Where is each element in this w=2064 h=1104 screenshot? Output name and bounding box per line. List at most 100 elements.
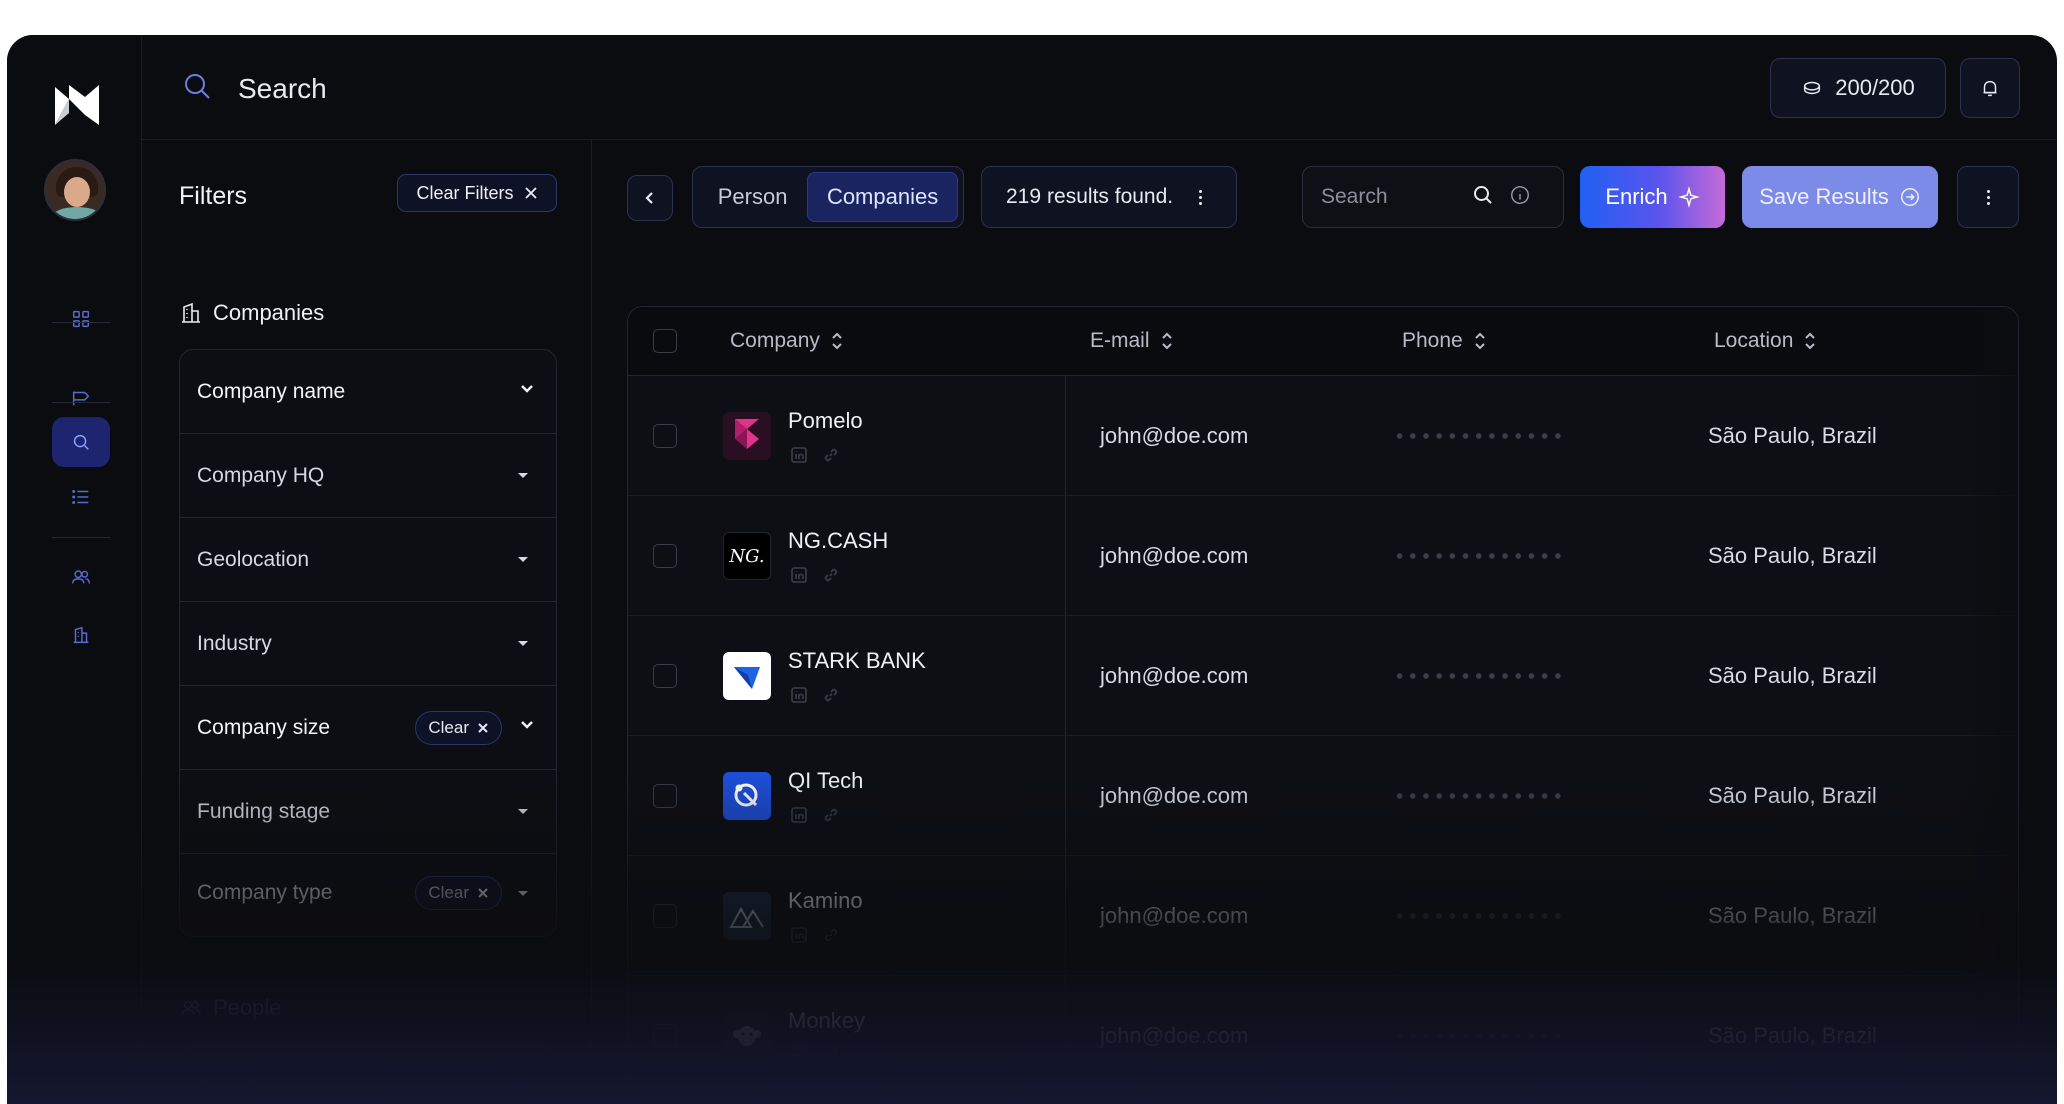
linkedin-icon[interactable]: [790, 566, 808, 584]
link-icon[interactable]: [822, 686, 840, 704]
link-icon[interactable]: [822, 806, 840, 824]
linkedin-icon[interactable]: [790, 686, 808, 704]
nav-campaigns[interactable]: [52, 373, 110, 423]
caret-down-icon[interactable]: [518, 809, 528, 814]
tab-companies[interactable]: Companies: [807, 172, 958, 222]
brand-logo[interactable]: [49, 77, 105, 133]
clear-company-size-button[interactable]: Clear: [415, 710, 502, 745]
caret-down-icon[interactable]: [518, 641, 528, 646]
enrich-button[interactable]: Enrich: [1580, 166, 1725, 228]
starkbank-logo: [723, 652, 771, 700]
company-name[interactable]: QI Tech: [788, 768, 863, 794]
phone-cell-masked[interactable]: [1393, 673, 1565, 679]
table-row[interactable]: NG. NG.CASH john@doe.com São Paulo, Braz…: [628, 496, 2018, 616]
back-button[interactable]: [627, 175, 673, 221]
filter-geolocation[interactable]: Geolocation: [180, 518, 556, 602]
location-cell: São Paulo, Brazil: [1708, 543, 1877, 568]
nav-people[interactable]: [52, 552, 110, 602]
notifications-button[interactable]: [1960, 58, 2020, 118]
rail-divider: [52, 402, 110, 403]
nav-dashboard[interactable]: [52, 294, 110, 344]
email-cell[interactable]: john@doe.com: [1100, 663, 1248, 689]
results-search-input[interactable]: [1321, 185, 1471, 209]
table-row[interactable]: Kamino john@doe.com São Paulo, Brazil: [628, 856, 2018, 976]
row-checkbox[interactable]: [653, 544, 677, 568]
row-checkbox[interactable]: [653, 424, 677, 448]
clear-label: Clear: [428, 883, 469, 902]
table-row[interactable]: Pomelo john@doe.com São Paulo, Brazil: [628, 376, 2018, 496]
email-cell[interactable]: john@doe.com: [1100, 903, 1248, 929]
phone-cell-masked[interactable]: [1393, 433, 1565, 439]
phone-cell-masked[interactable]: [1393, 793, 1565, 799]
column-email[interactable]: E-mail: [1090, 329, 1174, 353]
phone-cell-masked[interactable]: [1393, 913, 1565, 919]
caret-down-icon[interactable]: [518, 557, 528, 562]
ngcash-logo: NG.: [723, 532, 771, 580]
row-checkbox[interactable]: [653, 664, 677, 688]
filter-job-title[interactable]: Job title: [179, 1046, 557, 1104]
filter-company-size[interactable]: Company size Clear: [180, 686, 556, 770]
row-checkbox[interactable]: [653, 904, 677, 928]
location-cell: São Paulo, Brazil: [1708, 783, 1877, 808]
nav-search[interactable]: [52, 417, 110, 467]
row-checkbox[interactable]: [653, 1024, 677, 1048]
column-company[interactable]: Company: [730, 329, 844, 353]
credits-badge[interactable]: 200/200: [1770, 58, 1946, 118]
chevron-down-icon[interactable]: [518, 380, 536, 403]
more-vertical-icon[interactable]: [1199, 189, 1203, 205]
nav-lists[interactable]: [52, 472, 110, 522]
search-icon[interactable]: [1471, 183, 1495, 212]
filter-company-hq[interactable]: Company HQ: [180, 434, 556, 518]
filter-company-name[interactable]: Company name: [180, 350, 556, 434]
table-row[interactable]: STARK BANK john@doe.com São Paulo, Brazi…: [628, 616, 2018, 736]
filter-label: Industry: [197, 631, 272, 655]
company-name[interactable]: STARK BANK: [788, 648, 926, 674]
filter-industry[interactable]: Industry: [180, 602, 556, 686]
linkedin-icon[interactable]: [790, 806, 808, 824]
user-avatar[interactable]: [44, 159, 106, 221]
select-all-checkbox[interactable]: [653, 329, 677, 353]
email-cell[interactable]: john@doe.com: [1100, 783, 1248, 809]
table-row[interactable]: Monkey john@doe.com São Paulo, Brazil: [628, 976, 2018, 1096]
search-icon[interactable]: [182, 71, 212, 101]
phone-cell-masked[interactable]: [1393, 553, 1565, 559]
more-options-button[interactable]: [1957, 166, 2019, 228]
row-checkbox[interactable]: [653, 784, 677, 808]
global-search-label[interactable]: Search: [238, 73, 327, 105]
caret-down-icon[interactable]: [518, 890, 528, 896]
results-count-badge[interactable]: 219 results found.: [981, 166, 1237, 228]
email-cell[interactable]: john@doe.com: [1100, 1023, 1248, 1049]
phone-cell-masked[interactable]: [1393, 1033, 1565, 1039]
save-results-button[interactable]: Save Results: [1742, 166, 1938, 228]
link-icon[interactable]: [822, 446, 840, 464]
caret-down-icon[interactable]: [518, 473, 528, 478]
linkedin-icon[interactable]: [790, 926, 808, 944]
tab-person[interactable]: Person: [698, 172, 807, 222]
link-icon[interactable]: [822, 926, 840, 944]
sort-icon: [1161, 332, 1172, 350]
table-row[interactable]: QI Tech john@doe.com São Paulo, Brazil: [628, 736, 2018, 856]
nav-companies[interactable]: [52, 610, 110, 660]
linkedin-icon[interactable]: [790, 1046, 808, 1064]
clear-company-type-button[interactable]: Clear: [415, 876, 502, 910]
filter-funding-stage[interactable]: Funding stage: [180, 770, 556, 854]
column-location[interactable]: Location: [1714, 329, 1817, 353]
email-cell[interactable]: john@doe.com: [1100, 543, 1248, 569]
filter-company-type[interactable]: Company type Clear: [180, 854, 556, 932]
info-icon[interactable]: [1495, 184, 1531, 211]
column-phone[interactable]: Phone: [1402, 329, 1487, 353]
chevron-down-icon[interactable]: [518, 716, 536, 739]
caret-down-icon[interactable]: [518, 1085, 528, 1091]
link-icon[interactable]: [822, 1046, 840, 1064]
company-name[interactable]: Monkey: [788, 1008, 865, 1034]
results-text: results found.: [1047, 185, 1174, 208]
company-name[interactable]: Pomelo: [788, 408, 863, 434]
link-icon[interactable]: [822, 566, 840, 584]
company-name[interactable]: Kamino: [788, 888, 863, 914]
company-name[interactable]: NG.CASH: [788, 528, 888, 554]
linkedin-icon[interactable]: [790, 446, 808, 464]
rail-divider: [52, 322, 110, 323]
clear-filters-button[interactable]: Clear Filters: [397, 174, 557, 212]
email-cell[interactable]: john@doe.com: [1100, 423, 1248, 449]
app-window: Search 200/200 Filters Clear Filters Com…: [7, 35, 2057, 1104]
